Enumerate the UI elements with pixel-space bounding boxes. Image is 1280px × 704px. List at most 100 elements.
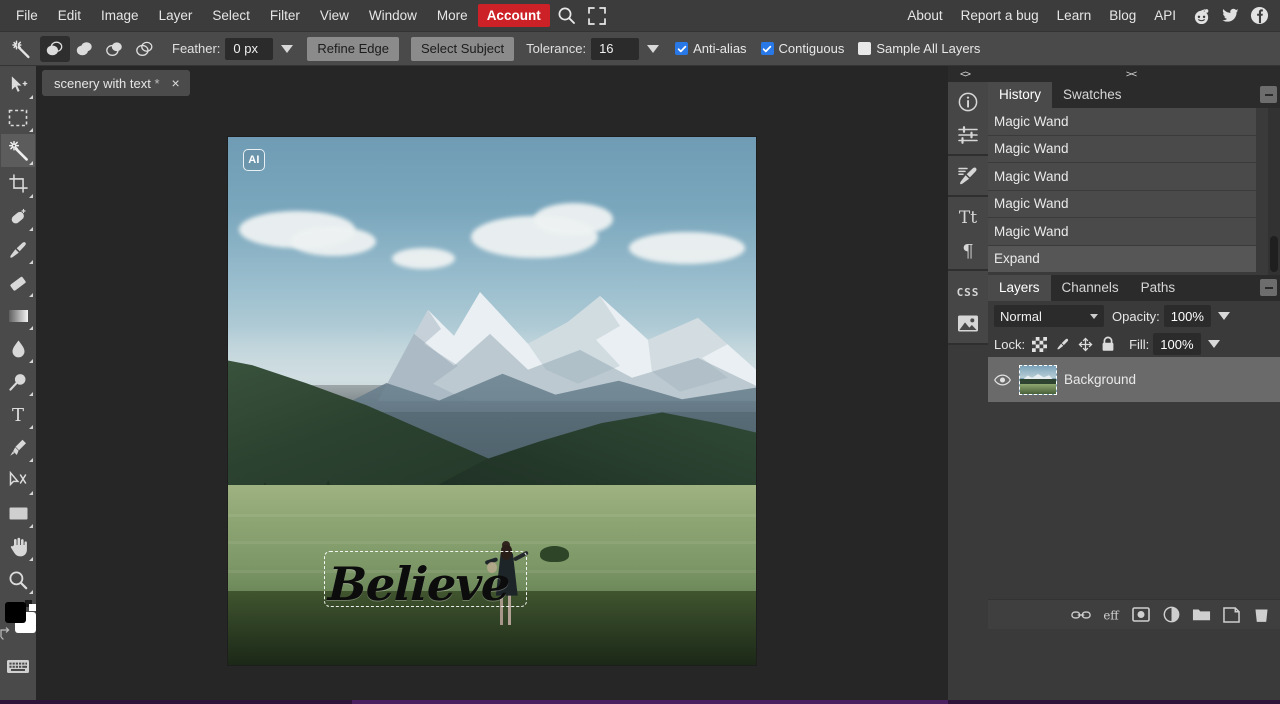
menu-report-a-bug[interactable]: Report a bug: [952, 3, 1048, 28]
swap-colors-icon[interactable]: [0, 626, 12, 640]
sample-all-layers-checkbox[interactable]: Sample All Layers: [858, 41, 980, 56]
history-item[interactable]: Magic Wand: [988, 218, 1256, 246]
tab-paths[interactable]: Paths: [1130, 275, 1187, 301]
lock-all-icon[interactable]: [1098, 334, 1118, 354]
image-icon[interactable]: [950, 307, 986, 340]
shape-tool[interactable]: [1, 497, 35, 530]
menu-select[interactable]: Select: [202, 3, 260, 28]
fill-slider-icon[interactable]: [1208, 340, 1220, 348]
link-layers-icon[interactable]: [1070, 604, 1092, 626]
history-item[interactable]: Magic Wand: [988, 163, 1256, 191]
tab-history[interactable]: History: [988, 82, 1052, 108]
search-icon[interactable]: [554, 4, 580, 28]
character-icon[interactable]: Tt: [950, 200, 986, 233]
blend-mode-select[interactable]: Normal: [994, 305, 1104, 327]
reddit-icon[interactable]: [1188, 3, 1214, 29]
menu-api[interactable]: API: [1145, 3, 1185, 28]
adjustments-icon[interactable]: [950, 118, 986, 151]
move-tool[interactable]: [1, 68, 35, 101]
lock-pixels-icon[interactable]: [1052, 334, 1072, 354]
paragraph-icon[interactable]: ¶: [950, 233, 986, 266]
fullscreen-icon[interactable]: [584, 4, 610, 28]
keyboard-shortcuts-icon[interactable]: [1, 650, 35, 683]
menu-edit[interactable]: Edit: [48, 3, 91, 28]
menu-filter[interactable]: Filter: [260, 3, 310, 28]
menu-layer[interactable]: Layer: [149, 3, 203, 28]
twitter-icon[interactable]: [1217, 3, 1243, 29]
contiguous-checkbox[interactable]: Contiguous: [761, 41, 845, 56]
collapse-panels-icon[interactable]: ><: [1126, 69, 1136, 80]
refine-edge-button[interactable]: Refine Edge: [307, 37, 399, 61]
pen-tool[interactable]: [1, 431, 35, 464]
foreground-color-swatch[interactable]: [5, 602, 26, 623]
close-icon[interactable]: ×: [170, 77, 182, 89]
hand-tool[interactable]: [1, 530, 35, 563]
delete-layer-icon[interactable]: [1250, 604, 1272, 626]
tolerance-input[interactable]: 16: [591, 38, 639, 60]
history-item[interactable]: Magic Wand: [988, 191, 1256, 219]
eraser-tool[interactable]: [1, 266, 35, 299]
subtract-from-selection-mode[interactable]: [100, 36, 130, 62]
info-icon[interactable]: [950, 85, 986, 118]
gradient-tool[interactable]: [1, 299, 35, 332]
document-tab[interactable]: scenery with text * ×: [42, 70, 190, 96]
eye-icon[interactable]: [992, 374, 1012, 386]
new-group-icon[interactable]: [1190, 604, 1212, 626]
layer-name[interactable]: Background: [1064, 372, 1136, 387]
menu-more[interactable]: More: [427, 3, 478, 28]
believe-text-layer[interactable]: Believe: [327, 557, 510, 611]
new-selection-mode[interactable]: [40, 36, 70, 62]
facebook-icon[interactable]: [1246, 3, 1272, 29]
tab-layers[interactable]: Layers: [988, 275, 1051, 301]
color-swatches[interactable]: [0, 600, 36, 646]
history-list[interactable]: Magic Wand Magic Wand Magic Wand Magic W…: [988, 108, 1280, 275]
default-colors-icon[interactable]: [25, 600, 36, 611]
layers-panel-menu-icon[interactable]: [1260, 279, 1277, 296]
canvas-area[interactable]: Believe AI: [36, 100, 948, 704]
history-item[interactable]: Magic Wand: [988, 136, 1256, 164]
menu-window[interactable]: Window: [359, 3, 427, 28]
select-subject-button[interactable]: Select Subject: [411, 37, 514, 61]
dodge-tool[interactable]: [1, 365, 35, 398]
add-to-selection-mode[interactable]: [70, 36, 100, 62]
feather-dropdown-icon[interactable]: [281, 45, 293, 53]
image-canvas[interactable]: Believe AI: [228, 137, 756, 665]
lock-position-icon[interactable]: [1075, 334, 1095, 354]
menu-blog[interactable]: Blog: [1100, 3, 1145, 28]
paintbrush-tool[interactable]: [1, 233, 35, 266]
menu-about[interactable]: About: [898, 3, 951, 28]
layer-thumbnail[interactable]: [1019, 365, 1057, 395]
menu-image[interactable]: Image: [91, 3, 149, 28]
layer-row-background[interactable]: Background: [988, 357, 1280, 402]
lock-transparency-icon[interactable]: [1029, 334, 1049, 354]
rectangular-marquee-tool[interactable]: [1, 101, 35, 134]
opacity-input[interactable]: 100%: [1164, 305, 1211, 327]
anti-alias-checkbox[interactable]: Anti-alias: [675, 41, 746, 56]
history-item[interactable]: Magic Wand: [988, 108, 1256, 136]
css-icon[interactable]: CSS: [950, 274, 986, 307]
history-item-current[interactable]: Expand: [988, 246, 1256, 274]
blur-tool[interactable]: [1, 332, 35, 365]
zoom-tool[interactable]: [1, 563, 35, 596]
opacity-slider-icon[interactable]: [1218, 312, 1230, 320]
history-panel-menu-icon[interactable]: [1260, 86, 1277, 103]
menu-account[interactable]: Account: [478, 4, 550, 27]
tab-swatches[interactable]: Swatches: [1052, 82, 1133, 108]
history-scrollbar-thumb[interactable]: [1270, 236, 1278, 272]
layer-effects-icon[interactable]: eff: [1100, 604, 1122, 626]
history-scrollbar[interactable]: [1268, 108, 1280, 275]
fill-input[interactable]: 100%: [1153, 333, 1200, 355]
intersect-selection-mode[interactable]: [130, 36, 160, 62]
menu-learn[interactable]: Learn: [1048, 3, 1101, 28]
magic-wand-tool[interactable]: [1, 134, 35, 167]
layer-mask-icon[interactable]: [1130, 604, 1152, 626]
type-tool[interactable]: T: [1, 398, 35, 431]
expand-panels-icon[interactable]: <>: [960, 69, 970, 80]
layer-list[interactable]: Background: [988, 357, 1280, 629]
healing-brush-tool[interactable]: [1, 200, 35, 233]
brush-settings-icon[interactable]: [950, 159, 986, 192]
menu-file[interactable]: File: [6, 3, 48, 28]
menu-view[interactable]: View: [310, 3, 359, 28]
tolerance-dropdown-icon[interactable]: [647, 45, 659, 53]
path-select-tool[interactable]: [1, 464, 35, 497]
